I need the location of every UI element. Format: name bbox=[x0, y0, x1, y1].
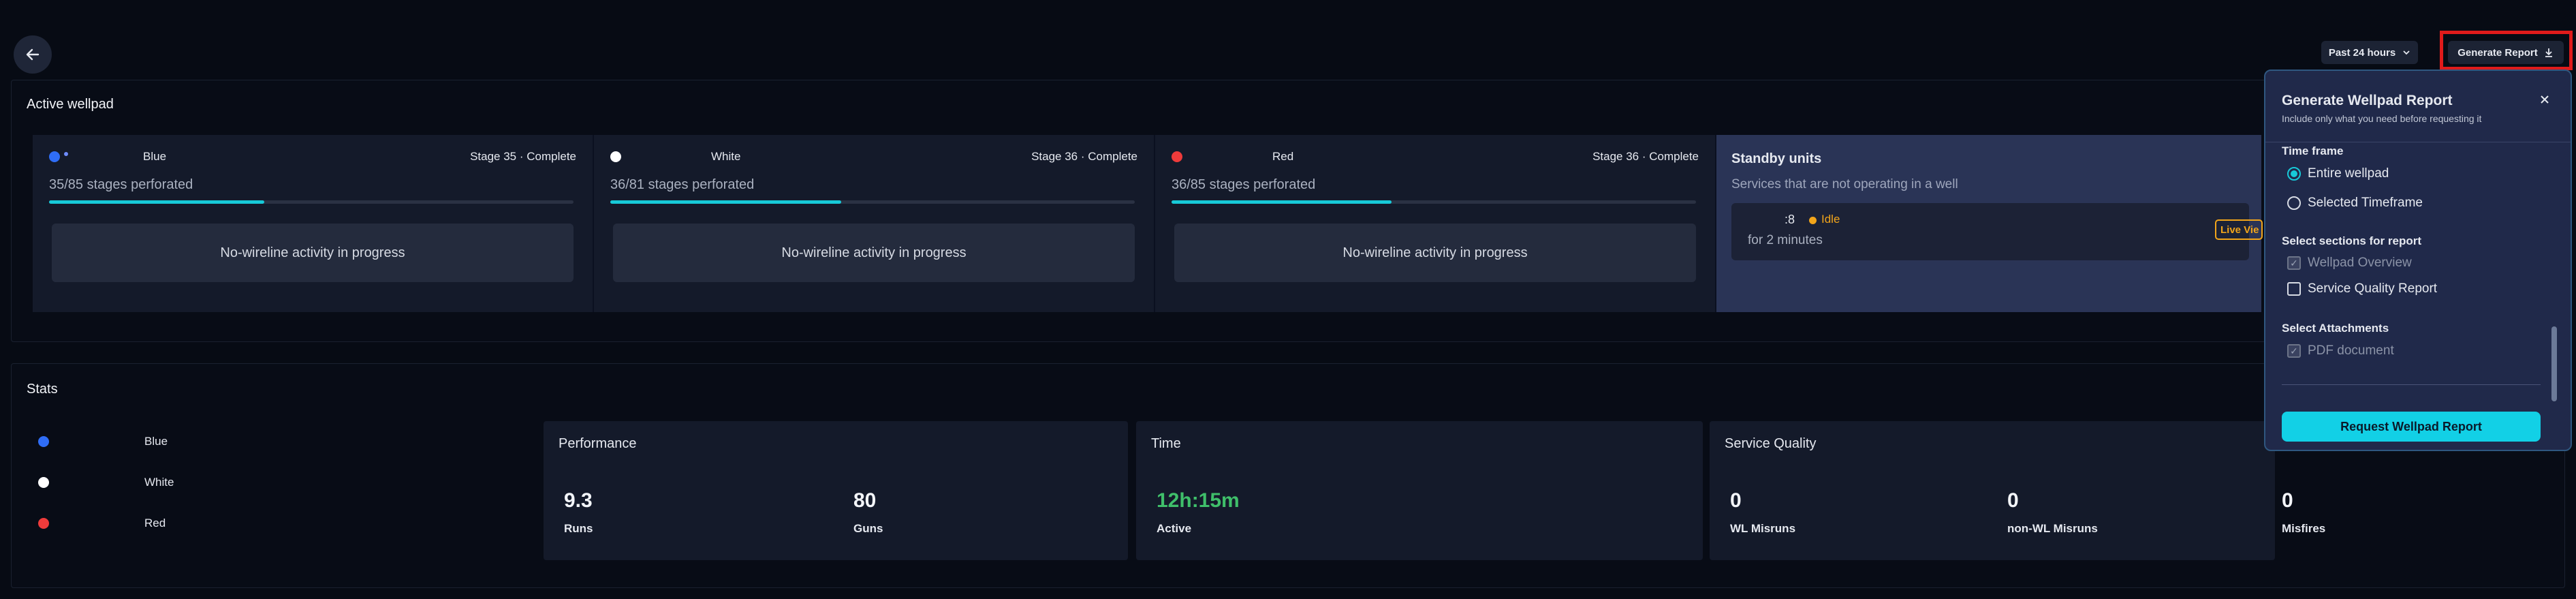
stages-perforated: 36/85 stages perforated bbox=[1172, 177, 1316, 192]
unit-status: Idle bbox=[1821, 213, 1840, 226]
runs-value: 9.3 bbox=[564, 489, 593, 512]
activity-status: No-wireline activity in progress bbox=[613, 224, 1135, 282]
timeframe-heading: Time frame bbox=[2282, 144, 2344, 157]
wl-misruns-label: WL Misruns bbox=[1730, 522, 1796, 535]
checkbox-unchecked bbox=[2287, 282, 2301, 296]
popover-subtitle: Include only what you need before reques… bbox=[2282, 113, 2482, 124]
service-quality-card: Service Quality 0 WL Misruns 0 non-WL Mi… bbox=[1710, 421, 2325, 560]
non-wl-misruns-value: 0 bbox=[2007, 489, 2019, 512]
option-label: Entire wellpad bbox=[2308, 166, 2389, 181]
well-name: Blue bbox=[143, 150, 167, 163]
attachments-heading: Select Attachments bbox=[2282, 322, 2389, 335]
checkbox-checked-disabled: ✓ bbox=[2287, 256, 2301, 270]
time-range-select[interactable]: Past 24 hours bbox=[2321, 41, 2418, 64]
well-color-dot bbox=[1172, 151, 1182, 162]
radio-unselected bbox=[2287, 196, 2301, 210]
well-color-dot bbox=[610, 151, 621, 162]
radio-selected bbox=[2287, 167, 2301, 181]
sections-heading: Select sections for report bbox=[2282, 234, 2422, 247]
legend-dot bbox=[38, 518, 49, 529]
divider bbox=[2282, 384, 2541, 385]
activity-status: No-wireline activity in progress bbox=[1174, 224, 1696, 282]
well-card-blue[interactable]: Blue Stage 35 · Complete 35/85 stages pe… bbox=[33, 135, 594, 312]
progress-fill bbox=[610, 200, 841, 204]
performance-title: Performance bbox=[559, 436, 637, 451]
time-card: Time 12h:15m Active bbox=[1136, 421, 1703, 560]
legend-label: White bbox=[144, 476, 174, 489]
section-option-service-quality[interactable]: Service Quality Report bbox=[2287, 281, 2437, 296]
progress-fill bbox=[1172, 200, 1392, 204]
time-range-label: Past 24 hours bbox=[2328, 46, 2396, 59]
standby-unit-row[interactable]: :8 Idle for 2 minutes Live Vie bbox=[1731, 203, 2263, 260]
well-card-white[interactable]: White Stage 36 · Complete 36/81 stages p… bbox=[594, 135, 1155, 312]
misfires-label: Misfires bbox=[2282, 522, 2326, 535]
stage-status: Stage 36 · Complete bbox=[1031, 150, 1137, 163]
progress-bar bbox=[49, 200, 574, 204]
checkbox-checked-disabled: ✓ bbox=[2287, 344, 2301, 358]
performance-card: Performance 9.3 Runs 80 Guns bbox=[544, 421, 1128, 560]
generate-report-label: Generate Report bbox=[2457, 46, 2538, 59]
progress-bar bbox=[1172, 200, 1696, 204]
service-quality-title: Service Quality bbox=[1725, 436, 1817, 451]
popover-title: Generate Wellpad Report bbox=[2282, 93, 2453, 108]
well-card-red[interactable]: Red Stage 36 · Complete 36/85 stages per… bbox=[1155, 135, 1716, 312]
guns-label: Guns bbox=[853, 522, 883, 535]
back-button[interactable] bbox=[14, 35, 52, 74]
standby-units-card: Standby units Services that are not oper… bbox=[1716, 135, 2263, 312]
timeframe-option-entire[interactable]: Entire wellpad bbox=[2287, 166, 2389, 181]
option-label: PDF document bbox=[2308, 343, 2394, 358]
generate-report-button[interactable]: Generate Report bbox=[2448, 41, 2564, 64]
section-option-overview[interactable]: ✓ Wellpad Overview bbox=[2287, 256, 2412, 271]
legend-dot bbox=[38, 436, 49, 447]
well-name: White bbox=[711, 150, 741, 163]
idle-status-dot bbox=[1809, 217, 1817, 224]
progress-fill bbox=[49, 200, 264, 204]
time-title: Time bbox=[1151, 436, 1181, 451]
legend-dot bbox=[38, 477, 49, 488]
active-time-value: 12h:15m bbox=[1157, 489, 1240, 512]
misfires-value: 0 bbox=[2282, 489, 2293, 512]
option-label: Service Quality Report bbox=[2308, 281, 2438, 296]
close-icon[interactable] bbox=[2539, 94, 2550, 105]
request-report-button[interactable]: Request Wellpad Report bbox=[2282, 412, 2541, 442]
chevron-down-icon bbox=[2403, 50, 2410, 55]
generate-report-popover: Generate Wellpad Report Include only wha… bbox=[2264, 70, 2572, 451]
scrollbar[interactable] bbox=[2551, 326, 2557, 401]
timeframe-option-selected[interactable]: Selected Timeframe bbox=[2287, 196, 2423, 211]
attachment-option-pdf[interactable]: ✓ PDF document bbox=[2287, 343, 2394, 358]
standby-subtitle: Services that are not operating in a wel… bbox=[1731, 177, 1958, 191]
arrow-left-icon bbox=[26, 48, 40, 61]
progress-bar bbox=[610, 200, 1135, 204]
download-icon bbox=[2545, 48, 2552, 57]
legend-label: Blue bbox=[144, 435, 168, 448]
active-time-label: Active bbox=[1157, 522, 1192, 535]
wl-misruns-value: 0 bbox=[1730, 489, 1742, 512]
option-label: Wellpad Overview bbox=[2308, 256, 2412, 270]
well-color-dot bbox=[49, 151, 60, 162]
guns-value: 80 bbox=[853, 489, 877, 512]
stage-status: Stage 35 · Complete bbox=[470, 150, 576, 163]
standby-title: Standby units bbox=[1731, 151, 1822, 166]
indicator-dot bbox=[64, 152, 68, 156]
stage-status: Stage 36 · Complete bbox=[1592, 150, 1699, 163]
activity-status: No-wireline activity in progress bbox=[52, 224, 574, 282]
live-view-button[interactable]: Live Vie bbox=[2215, 219, 2263, 240]
stages-perforated: 35/85 stages perforated bbox=[49, 177, 193, 192]
runs-label: Runs bbox=[564, 522, 593, 535]
well-name: Red bbox=[1272, 150, 1294, 163]
option-label: Selected Timeframe bbox=[2308, 196, 2423, 210]
non-wl-misruns-label: non-WL Misruns bbox=[2007, 522, 2098, 535]
stages-perforated: 36/81 stages perforated bbox=[610, 177, 755, 192]
legend-label: Red bbox=[144, 517, 166, 529]
unit-duration: for 2 minutes bbox=[1748, 233, 1823, 247]
stats-title: Stats bbox=[27, 382, 58, 397]
active-wellpad-title: Active wellpad bbox=[27, 97, 114, 112]
unit-id: :8 bbox=[1785, 213, 1795, 226]
